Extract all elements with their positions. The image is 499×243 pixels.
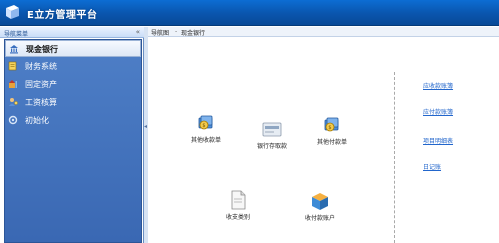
svg-text:$: $ — [328, 125, 331, 131]
bank-card-icon — [262, 122, 282, 137]
title-bar: E立方管理平台 — [0, 0, 499, 26]
sidebar-item-initialize[interactable]: 初始化 — [5, 112, 141, 129]
breadcrumb: 导航图 - 现金银行 — [148, 27, 499, 37]
bank-deposit-label: 银行存取款 — [256, 143, 287, 150]
project-detail-link[interactable]: 项目明细表 — [423, 136, 453, 145]
vertical-divider — [394, 72, 395, 243]
sidebar-item-label: 财务系统 — [25, 62, 57, 71]
journal-link[interactable]: 日记账 — [423, 162, 441, 171]
sidebar-item-label: 现金银行 — [26, 45, 58, 54]
sidebar-item-label: 固定资产 — [25, 80, 57, 89]
breadcrumb-current: 现金银行 — [181, 30, 206, 37]
income-expense-category-label: 收支类别 — [225, 214, 250, 221]
asset-icon — [9, 80, 17, 88]
salary-icon — [9, 98, 18, 106]
sidebar-item-label: 初始化 — [25, 116, 49, 125]
other-receipt-node[interactable]: $ 其他收款单 — [184, 113, 228, 149]
bank-account-label: 收付款账户 — [304, 215, 335, 222]
ledger-icon — [8, 61, 17, 71]
breadcrumb-root[interactable]: 导航图 — [151, 28, 169, 37]
payables-ledger-link[interactable]: 应付款账簿 — [423, 107, 453, 116]
init-icon — [8, 115, 18, 125]
app-logo-icon — [6, 5, 19, 19]
document-icon — [231, 190, 246, 210]
nav-header: 导航菜单 « — [0, 27, 144, 38]
sidebar-item-label: 工资核算 — [25, 98, 57, 107]
sidebar-item-cash-bank[interactable]: 现金银行 — [5, 40, 141, 57]
app-title: E立方管理平台 — [27, 10, 98, 21]
payment-coins-icon: $ — [324, 117, 339, 132]
bank-deposit-node[interactable]: 银行存取款 — [250, 119, 294, 155]
box-icon — [312, 193, 328, 210]
nav-header-title: 导航菜单 — [4, 31, 29, 38]
income-expense-category-node[interactable]: 收支类别 — [216, 190, 260, 226]
bank-account-node[interactable]: 收付款账户 — [298, 191, 342, 227]
bank-icon — [10, 45, 18, 54]
other-payment-label: 其他付款单 — [316, 139, 347, 146]
svg-text:$: $ — [202, 123, 205, 129]
nav-list: 现金银行 财务系统 固定资产 工资核算 初始化 — [4, 39, 142, 243]
splitter-grip-icon[interactable]: ◂ — [144, 123, 147, 130]
sidebar-item-finance[interactable]: 财务系统 — [5, 58, 141, 75]
breadcrumb-separator: - — [175, 28, 178, 35]
other-payment-node[interactable]: $ 其他付款单 — [310, 115, 354, 151]
collapse-icon[interactable]: « — [136, 28, 140, 36]
main-content: 导航图 - 现金银行 $ 其他收款单 银行存取款 $ 其他付款单 收支类别 收付… — [148, 27, 499, 243]
sidebar-item-fixed-assets[interactable]: 固定资产 — [5, 76, 141, 93]
sidebar-item-payroll[interactable]: 工资核算 — [5, 94, 141, 111]
other-receipt-label: 其他收款单 — [190, 137, 221, 144]
navigation-panel: 导航菜单 « 现金银行 财务系统 固定资产 工资核算 初始化 — [0, 27, 144, 243]
receipt-coins-icon: $ — [198, 115, 213, 130]
receivables-ledger-link[interactable]: 应收款账簿 — [423, 81, 453, 90]
